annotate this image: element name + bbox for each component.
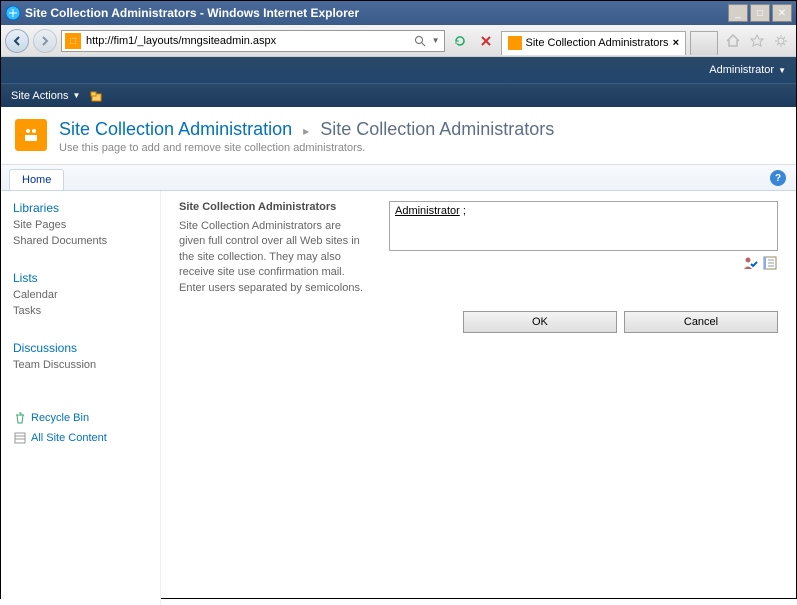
url-input[interactable] (84, 35, 412, 47)
page-description: Use this page to add and remove site col… (59, 142, 554, 154)
recycle-bin-link[interactable]: Recycle Bin (13, 411, 148, 425)
home-icon[interactable] (722, 30, 744, 52)
nav-calendar[interactable]: Calendar (13, 289, 148, 301)
check-names-icon[interactable] (742, 255, 758, 271)
site-actions-menu[interactable]: Site Actions ▼ (11, 90, 80, 102)
ok-button[interactable]: OK (463, 311, 617, 333)
breadcrumb-separator-icon: ▸ (303, 124, 309, 138)
discussions-heading[interactable]: Discussions (13, 341, 148, 355)
libraries-heading[interactable]: Libraries (13, 201, 148, 215)
browse-people-icon[interactable] (762, 255, 778, 271)
breadcrumb-parent-link[interactable]: Site Collection Administration (59, 119, 292, 139)
left-navigation: Libraries Site Pages Shared Documents Li… (1, 191, 161, 605)
section-description: Site Collection Administrators are given… (179, 219, 369, 296)
page-icon (15, 119, 47, 151)
site-favicon-icon: ⬚ (65, 33, 81, 49)
window-title: Site Collection Administrators - Windows… (25, 6, 726, 20)
forward-button[interactable] (33, 29, 57, 53)
url-dropdown-icon[interactable]: ▼ (428, 36, 444, 45)
new-tab-button[interactable] (690, 31, 718, 55)
favorites-icon[interactable] (746, 30, 768, 52)
nav-tasks[interactable]: Tasks (13, 305, 148, 317)
browser-tab[interactable]: Site Collection Administrators × (501, 31, 687, 55)
page-title-area: Site Collection Administration ▸ Site Co… (1, 107, 796, 165)
breadcrumb-current: Site Collection Administrators (320, 119, 554, 139)
navigate-up-icon[interactable] (88, 88, 104, 104)
tab-favicon-icon (508, 36, 522, 50)
nav-shared-documents[interactable]: Shared Documents (13, 235, 148, 247)
cancel-button[interactable]: Cancel (624, 311, 778, 333)
refresh-button[interactable] (449, 30, 471, 52)
stop-button[interactable] (475, 30, 497, 52)
nav-team-discussion[interactable]: Team Discussion (13, 359, 148, 371)
arrow-left-icon (11, 35, 23, 47)
arrow-right-icon (39, 35, 51, 47)
window-titlebar: Site Collection Administrators - Windows… (1, 1, 796, 25)
all-site-content-link[interactable]: All Site Content (13, 431, 148, 445)
maximize-button[interactable]: □ (750, 4, 770, 22)
all-site-content-label: All Site Content (31, 432, 107, 444)
recycle-bin-label: Recycle Bin (31, 412, 89, 424)
breadcrumb: Site Collection Administration ▸ Site Co… (59, 119, 554, 140)
ie-icon (5, 5, 21, 21)
close-window-button[interactable]: ✕ (772, 4, 792, 22)
site-actions-bar: Site Actions ▼ (1, 83, 796, 107)
home-tab[interactable]: Home (9, 169, 64, 190)
search-icon[interactable] (412, 33, 428, 49)
minimize-button[interactable]: _ (728, 4, 748, 22)
top-nav-bar: Home ? (1, 165, 796, 191)
nav-site-pages[interactable]: Site Pages (13, 219, 148, 231)
all-content-icon (13, 431, 27, 445)
recycle-bin-icon (13, 411, 27, 425)
user-label: Administrator (709, 64, 774, 76)
section-title: Site Collection Administrators (179, 201, 369, 213)
sharepoint-ribbon: Administrator ▼ (1, 57, 796, 83)
people-picker-input[interactable]: Administrator ; (389, 201, 778, 251)
lists-heading[interactable]: Lists (13, 271, 148, 285)
browser-toolbar: ⬚ ▼ Site Collection Administrators × (1, 25, 796, 57)
user-menu[interactable]: Administrator ▼ (709, 64, 786, 76)
tools-icon[interactable] (770, 30, 792, 52)
back-button[interactable] (5, 29, 29, 53)
tab-title: Site Collection Administrators (526, 37, 669, 49)
site-actions-label: Site Actions (11, 90, 68, 102)
chevron-down-icon: ▼ (778, 66, 786, 75)
people-entry: Administrator (395, 205, 460, 217)
help-icon[interactable]: ? (770, 170, 786, 186)
address-bar[interactable]: ⬚ ▼ (61, 30, 445, 52)
tab-close-button[interactable]: × (673, 37, 679, 49)
chevron-down-icon: ▼ (72, 91, 80, 100)
main-content: Site Collection Administrators Site Coll… (161, 191, 796, 605)
